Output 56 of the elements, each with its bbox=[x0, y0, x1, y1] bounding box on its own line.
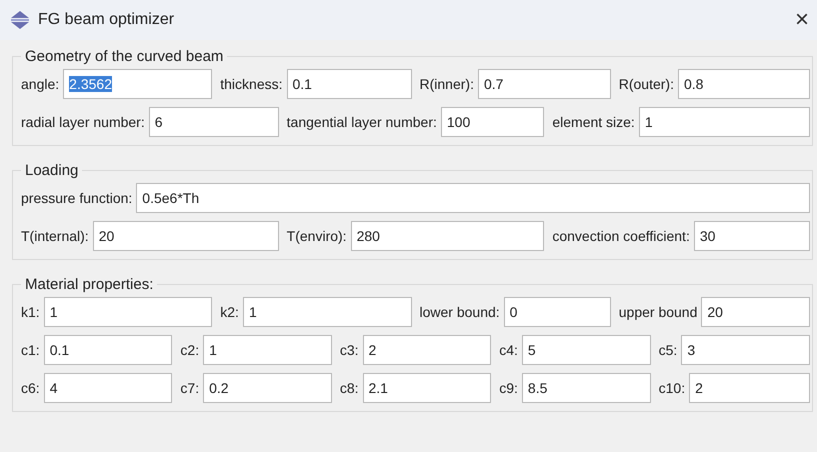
field-label: k2: bbox=[220, 304, 239, 320]
input-field[interactable]: 1 bbox=[638, 107, 810, 137]
field-label: R(outer): bbox=[618, 76, 674, 92]
input-field[interactable]: 100 bbox=[440, 107, 544, 137]
field-label: element size: bbox=[552, 114, 635, 130]
input-field[interactable]: 20 bbox=[701, 297, 810, 327]
field-label: angle: bbox=[21, 76, 60, 92]
field-label: pressure function: bbox=[21, 190, 132, 206]
field-label: c6: bbox=[21, 380, 40, 396]
field-label: R(inner): bbox=[420, 76, 474, 92]
input-field[interactable]: 1 bbox=[44, 297, 212, 327]
field-label: radial layer number: bbox=[21, 114, 145, 130]
field-label: c9: bbox=[499, 380, 518, 396]
input-field[interactable]: 2.3562 bbox=[63, 69, 212, 99]
field-label: T(internal): bbox=[21, 228, 89, 244]
field-label: c4: bbox=[499, 342, 518, 358]
field-label: thickness: bbox=[220, 76, 282, 92]
input-field[interactable]: 3 bbox=[681, 335, 810, 365]
input-field[interactable]: 2 bbox=[362, 335, 492, 365]
window-title: FG beam optimizer bbox=[38, 11, 176, 29]
input-field[interactable]: 0.1 bbox=[44, 335, 172, 365]
input-field[interactable]: 0.8 bbox=[678, 69, 810, 99]
input-field[interactable]: 5 bbox=[522, 335, 651, 365]
input-field[interactable]: 0.2 bbox=[203, 373, 332, 403]
input-field[interactable]: 0.7 bbox=[478, 69, 611, 99]
field-label: convection coefficient: bbox=[552, 228, 690, 244]
input-field[interactable]: 20 bbox=[92, 221, 279, 251]
input-field[interactable]: 2 bbox=[689, 373, 810, 403]
input-field[interactable]: 6 bbox=[148, 107, 279, 137]
field-label: c8: bbox=[340, 380, 358, 396]
group-title: Loading bbox=[24, 162, 80, 179]
field-label: tangential layer number: bbox=[286, 114, 437, 130]
field-label: lower bound: bbox=[420, 304, 500, 320]
field-label: c1: bbox=[21, 342, 40, 358]
input-field[interactable]: 0 bbox=[504, 297, 611, 327]
field-label: c7: bbox=[180, 380, 200, 396]
field-label: c10: bbox=[658, 380, 686, 396]
app-icon bbox=[10, 11, 30, 29]
input-field[interactable]: 1 bbox=[242, 297, 412, 327]
field-label: c3: bbox=[340, 342, 358, 358]
input-field[interactable]: 0.1 bbox=[286, 69, 412, 99]
field-label: T(enviro): bbox=[286, 228, 347, 244]
input-field[interactable]: 30 bbox=[694, 221, 810, 251]
input-field[interactable]: 1 bbox=[203, 335, 332, 365]
input-field[interactable]: 8.5 bbox=[522, 373, 651, 403]
field-label: c2: bbox=[180, 342, 200, 358]
input-field[interactable]: 0.5e6*Th bbox=[136, 183, 810, 213]
close-button[interactable]: × bbox=[794, 8, 809, 32]
input-field[interactable]: 4 bbox=[44, 373, 172, 403]
input-field[interactable]: 280 bbox=[350, 221, 544, 251]
field-label: k1: bbox=[21, 304, 40, 320]
field-label: upper bound bbox=[618, 304, 698, 320]
input-field[interactable]: 2.1 bbox=[362, 373, 492, 403]
group-title: Geometry of the curved beam bbox=[24, 48, 224, 65]
field-label: c5: bbox=[658, 342, 678, 358]
group-title: Material properties: bbox=[24, 276, 154, 293]
